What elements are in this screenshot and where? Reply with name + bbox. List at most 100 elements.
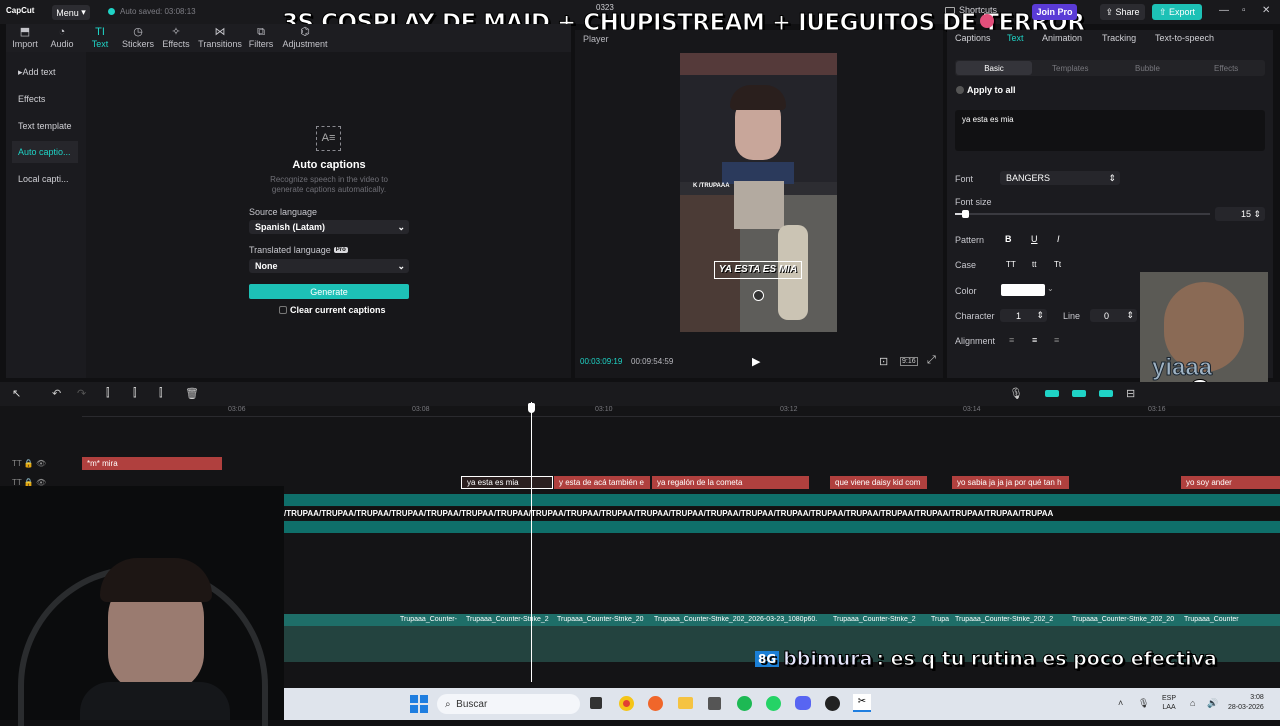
network-icon[interactable]: ⌂ — [1190, 698, 1195, 708]
sidebar-item-add-text[interactable]: ▸ Add text — [12, 61, 78, 83]
rotate-handle-icon[interactable] — [753, 290, 764, 301]
link-toggle-icon[interactable] — [1045, 390, 1059, 397]
apply-to-all-checkbox[interactable]: Apply to all — [956, 85, 1016, 95]
subtab-templates[interactable]: Templates — [1052, 64, 1088, 73]
firefox-icon[interactable] — [648, 696, 663, 711]
source-language-select[interactable]: Spanish (Latam) ⌄ — [249, 220, 409, 234]
ratio-button[interactable]: 9:16 — [900, 357, 918, 366]
italic-icon[interactable]: I — [1057, 234, 1060, 244]
playhead-handle[interactable] — [528, 403, 535, 413]
underline-icon[interactable]: U — [1031, 234, 1038, 244]
caption-clip[interactable]: yo sabia ja ja ja por qué tan h — [952, 476, 1069, 489]
caption-clip[interactable]: y esta de acá también e — [554, 476, 650, 489]
video-clip-label[interactable]: Trupaaa_Counter-Strike_2 — [466, 616, 552, 623]
split-right-icon[interactable]: ⫿ — [159, 387, 163, 400]
video-clip-label[interactable]: Trupaaa_Counter-Strike_202_2 — [955, 616, 1065, 623]
video-clip-label[interactable]: Trupaaa_Counter-Strike_2 — [833, 616, 929, 623]
tab-captions[interactable]: Captions — [955, 33, 991, 43]
video-clip-label[interactable]: Trupaaa_Counter — [1184, 616, 1280, 623]
line-spacing-stepper[interactable]: 0 ⇕ — [1090, 309, 1137, 322]
sidebar-item-text-template[interactable]: Text template — [12, 115, 78, 137]
tool-transitions[interactable]: ⋈ Transitions — [198, 26, 242, 49]
font-size-slider-handle[interactable] — [962, 210, 969, 218]
caption-text-input[interactable]: ya esta es mia — [955, 110, 1265, 151]
video-clip-label[interactable]: Trupaaa_Counter- — [400, 616, 457, 623]
join-pro-button[interactable]: Join Pro — [1032, 4, 1077, 20]
align-right-icon[interactable]: ≡ — [1054, 335, 1059, 345]
caption-clip[interactable]: yo soy ander — [1181, 476, 1280, 489]
shortcuts-button[interactable]: Shortcuts — [945, 5, 997, 15]
playhead[interactable] — [531, 402, 532, 682]
subtab-bubble[interactable]: Bubble — [1135, 64, 1160, 73]
task-view-icon[interactable] — [590, 697, 602, 709]
tool-filters[interactable]: ⧉ Filters — [240, 26, 282, 49]
clear-captions-checkbox[interactable]: Clear current captions — [279, 305, 386, 315]
spotify-icon[interactable] — [737, 696, 752, 711]
character-spacing-stepper[interactable]: 1 ⇕ — [1000, 309, 1047, 322]
tab-text[interactable]: Text — [1007, 33, 1024, 43]
obs-icon[interactable] — [825, 696, 840, 711]
fullscreen-icon[interactable]: ⤢ — [927, 354, 936, 367]
zoom-fit-icon[interactable]: ⊟ — [1126, 387, 1135, 400]
minimize-icon[interactable]: — — [1219, 5, 1229, 16]
capcut-taskbar-icon[interactable]: ✂ — [853, 694, 871, 712]
case-uppercase-button[interactable]: TT — [1006, 260, 1016, 269]
share-button[interactable]: ⇪ Share — [1100, 4, 1145, 20]
redo-icon[interactable]: ↷ — [77, 387, 86, 400]
video-clip-label[interactable]: Trupa — [931, 616, 949, 623]
sidebar-item-auto-captions[interactable]: Auto captio... — [12, 141, 78, 163]
sidebar-item-effects[interactable]: Effects — [12, 88, 78, 110]
tool-adjustment[interactable]: ⌬ Adjustment — [282, 26, 328, 49]
close-icon[interactable]: ✕ — [1262, 5, 1270, 16]
generate-button[interactable]: Generate — [249, 284, 409, 299]
tab-tracking[interactable]: Tracking — [1102, 33, 1136, 43]
tool-import[interactable]: ⬒ Import — [4, 26, 46, 49]
case-titlecase-button[interactable]: Tt — [1054, 260, 1061, 269]
delete-icon[interactable]: 🗑 — [185, 387, 199, 400]
caption-clip-selected[interactable]: ya esta es mia — [461, 476, 553, 489]
undo-icon[interactable]: ↶ — [52, 387, 61, 400]
volume-icon[interactable]: 🔊 — [1207, 698, 1218, 709]
align-left-icon[interactable]: ≡ — [1009, 335, 1014, 345]
font-size-stepper[interactable]: 15 ⇕ — [1215, 207, 1265, 221]
microphone-tray-icon[interactable]: 🎙 — [1138, 698, 1149, 709]
font-size-slider[interactable] — [955, 213, 1210, 215]
sidebar-item-local-captions[interactable]: Local capti... — [12, 168, 78, 190]
text-clip-mira[interactable]: *m* mira — [82, 457, 222, 470]
taskbar-clock[interactable]: 3:08 28-03-2026 — [1228, 693, 1264, 713]
video-clip-label[interactable]: Trupaaa_Counter-Strike_202_20 — [1072, 616, 1180, 623]
taskbar-search[interactable]: ⌕ Buscar — [437, 694, 580, 714]
subtab-basic[interactable]: Basic — [956, 61, 1032, 75]
maximize-icon[interactable]: ▫ — [1242, 5, 1246, 16]
file-explorer-icon[interactable] — [678, 697, 693, 709]
tool-audio[interactable]: ◔ Audio — [41, 26, 83, 49]
tool-effects[interactable]: ✧ Effects — [155, 26, 197, 49]
split-icon[interactable]: ⫿ — [106, 387, 110, 400]
windows-start-icon[interactable] — [410, 695, 428, 713]
chrome-icon[interactable] — [619, 696, 634, 711]
banner-track[interactable]: /TRUPAA/TRUPAA/TRUPAA/TRUPAA/TRUPAA/TRUP… — [284, 507, 1280, 520]
tab-animation[interactable]: Animation — [1042, 33, 1082, 43]
split-left-icon[interactable]: ⫿ — [133, 387, 137, 400]
preview-axis-toggle-icon[interactable] — [1099, 390, 1113, 397]
play-icon[interactable]: ▶ — [752, 355, 760, 368]
caption-clip[interactable]: que viene daisy kid com — [830, 476, 927, 489]
caption-preview-box[interactable]: YA ESTA ES MIA — [714, 261, 802, 279]
tab-text-to-speech[interactable]: Text-to-speech — [1155, 33, 1214, 43]
export-button[interactable]: ⇧ Export — [1152, 4, 1202, 20]
video-clip-label[interactable]: Trupaaa_Counter-Strike_202_2026-03-23_10… — [654, 616, 830, 623]
select-cursor-icon[interactable]: ↖ — [12, 387, 21, 400]
whatsapp-icon[interactable] — [766, 696, 781, 711]
camera-icon[interactable]: ⊡ — [879, 355, 888, 368]
bold-icon[interactable]: B — [1005, 234, 1012, 244]
align-center-icon[interactable]: ≡ — [1032, 335, 1037, 345]
color-swatch[interactable] — [1001, 284, 1045, 296]
tool-stickers[interactable]: ◷ Stickers — [117, 26, 159, 49]
video-clip-label[interactable]: Trupaaa_Counter-Strike_20 — [557, 616, 652, 623]
case-lowercase-button[interactable]: tt — [1032, 260, 1036, 269]
microphone-icon[interactable]: 🎙 — [1009, 387, 1023, 400]
chevron-down-icon[interactable]: ⌄ — [1047, 284, 1054, 293]
tool-text[interactable]: TI Text — [79, 26, 121, 49]
translated-language-select[interactable]: None ⌄ — [249, 259, 409, 273]
language-indicator[interactable]: ESP LAA — [1162, 694, 1176, 712]
